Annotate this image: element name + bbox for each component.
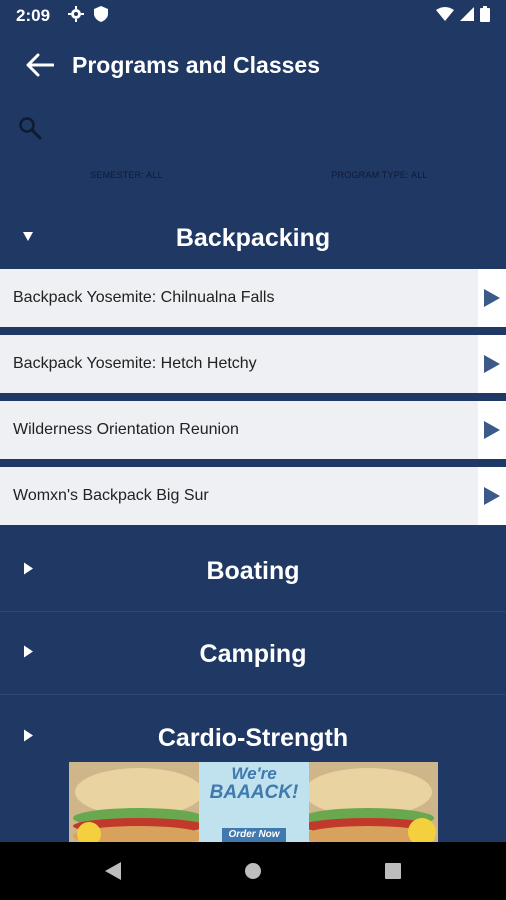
- program-type-filter[interactable]: PROGRAM TYPE: ALL: [253, 170, 506, 180]
- section-title: Cardio-Strength: [157, 723, 349, 752]
- shield-icon: [94, 5, 109, 27]
- section-header-backpacking[interactable]: Backpacking: [0, 202, 506, 274]
- status-bar: 2:09: [0, 0, 506, 32]
- section-header-camping[interactable]: Camping: [0, 618, 506, 690]
- ad-sandwich-image-right: [298, 762, 438, 842]
- list-item-label: Backpack Yosemite: Chilnualna Falls: [13, 289, 275, 306]
- list-item-label: Backpack Yosemite: Hetch Hetchy: [13, 355, 257, 372]
- section-divider: [0, 694, 506, 695]
- battery-icon: [480, 5, 490, 27]
- list-item[interactable]: Backpack Yosemite: Chilnualna Falls: [0, 269, 506, 327]
- ad-headline: BAAACK!: [209, 782, 299, 803]
- page-title: Programs and Classes: [72, 51, 321, 78]
- back-arrow-icon[interactable]: [24, 49, 56, 81]
- nav-home-icon[interactable]: [233, 851, 273, 891]
- list-item-label: Womxn's Backpack Big Sur: [13, 487, 209, 504]
- caret-right-icon: [22, 645, 34, 664]
- semester-filter[interactable]: SEMESTER: ALL: [0, 170, 253, 180]
- section-title: Backpacking: [175, 223, 331, 252]
- signal-icon: [460, 6, 474, 26]
- caret-down-icon: [22, 229, 34, 247]
- section-title: Camping: [199, 639, 307, 668]
- play-arrow-icon[interactable]: [478, 467, 506, 525]
- ad-order-now-button[interactable]: Order Now: [222, 828, 286, 842]
- play-arrow-icon[interactable]: [478, 401, 506, 459]
- section-header-boating[interactable]: Boating: [0, 535, 506, 607]
- list-item[interactable]: Wilderness Orientation Reunion: [0, 401, 506, 459]
- list-item[interactable]: Womxn's Backpack Big Sur: [0, 467, 506, 525]
- search-icon[interactable]: [18, 116, 42, 145]
- ad-banner[interactable]: We're BAAACK! Order Now: [69, 762, 438, 842]
- section-divider: [0, 611, 506, 612]
- list-item[interactable]: Backpack Yosemite: Hetch Hetchy: [0, 335, 506, 393]
- ad-headline: We're: [231, 764, 277, 783]
- status-right-icons: [436, 5, 490, 27]
- search-row[interactable]: [0, 110, 506, 150]
- app-header: Programs and Classes: [0, 32, 506, 98]
- status-left-icons: [68, 5, 109, 27]
- nav-recents-icon[interactable]: [373, 851, 413, 891]
- play-arrow-icon[interactable]: [478, 335, 506, 393]
- list-item-label: Wilderness Orientation Reunion: [13, 421, 239, 438]
- system-nav-bar: [0, 842, 506, 900]
- section-title: Boating: [206, 556, 300, 585]
- status-time: 2:09: [16, 6, 51, 25]
- filters: SEMESTER: ALL PROGRAM TYPE: ALL: [0, 170, 506, 186]
- play-arrow-icon[interactable]: [478, 269, 506, 327]
- caret-right-icon: [22, 729, 34, 748]
- gear-icon: [68, 5, 85, 27]
- ad-sandwich-image-left: [69, 762, 209, 842]
- caret-right-icon: [22, 562, 34, 581]
- nav-back-icon[interactable]: [93, 851, 133, 891]
- wifi-icon: [436, 6, 454, 26]
